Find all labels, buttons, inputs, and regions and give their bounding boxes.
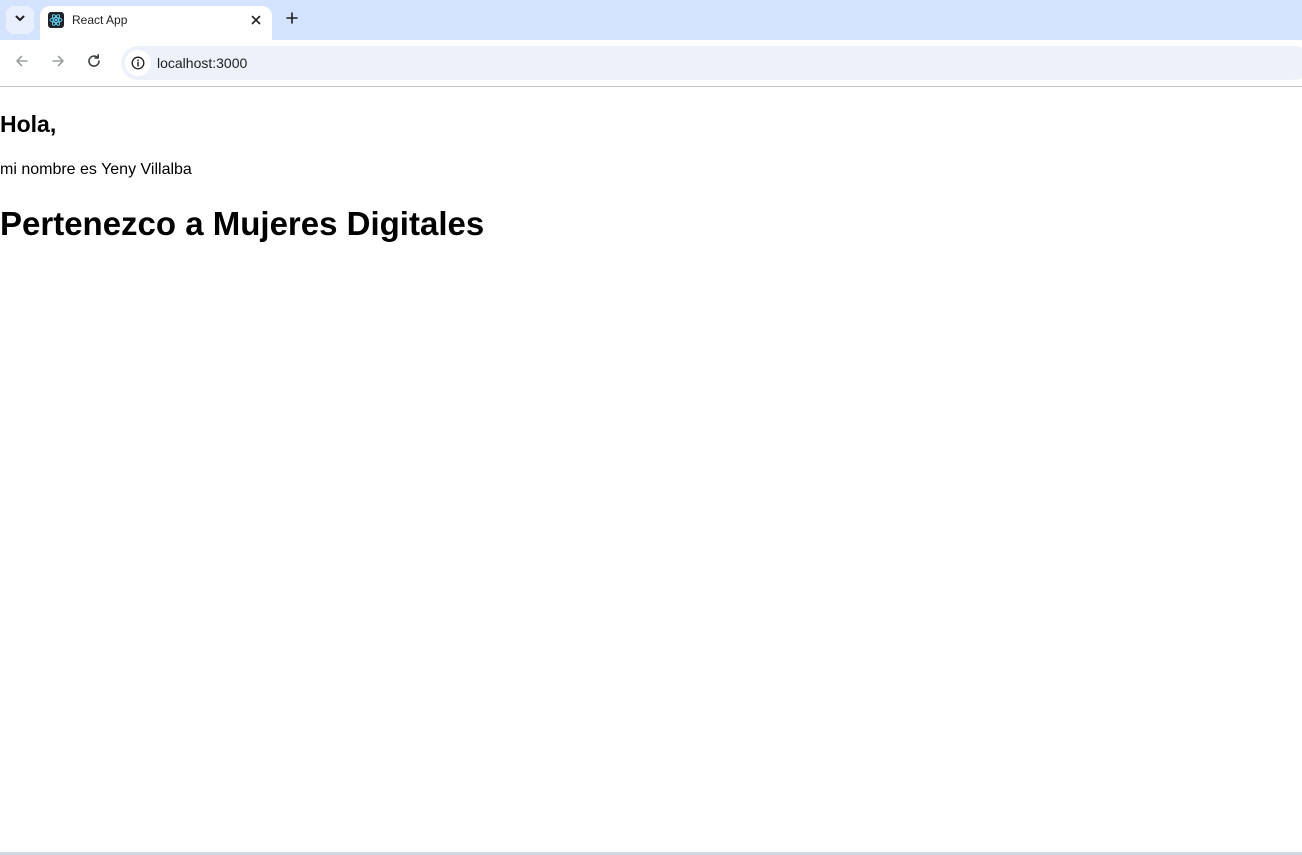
page-content: Hola, mi nombre es Yeny Villalba Pertene… [0,87,1302,852]
address-bar[interactable]: localhost:3000 [121,46,1302,80]
forward-button[interactable] [45,50,71,76]
plus-icon [286,11,298,29]
react-logo-icon [48,12,64,28]
reload-icon [86,53,102,74]
back-button[interactable] [9,50,35,76]
browser-toolbar: localhost:3000 [0,40,1302,87]
arrow-right-icon [50,53,66,74]
new-tab-button[interactable] [280,8,304,32]
greeting-heading: Hola, [0,111,57,137]
tab-strip: React App [0,0,1302,40]
arrow-left-icon [14,53,30,74]
browser-window: React App localhost:3000 Hola, mi nombre… [0,0,1302,855]
close-icon[interactable] [246,10,266,30]
tab-active[interactable]: React App [40,6,272,40]
url-text[interactable]: localhost:3000 [157,55,247,71]
chevron-down-icon [14,11,26,29]
tab-search-button[interactable] [6,6,34,34]
tab-title: React App [72,13,128,27]
info-icon[interactable] [125,50,151,76]
intro-text: mi nombre es Yeny Villalba [0,161,192,178]
reload-button[interactable] [81,50,107,76]
membership-heading: Pertenezco a Mujeres Digitales [0,205,485,242]
